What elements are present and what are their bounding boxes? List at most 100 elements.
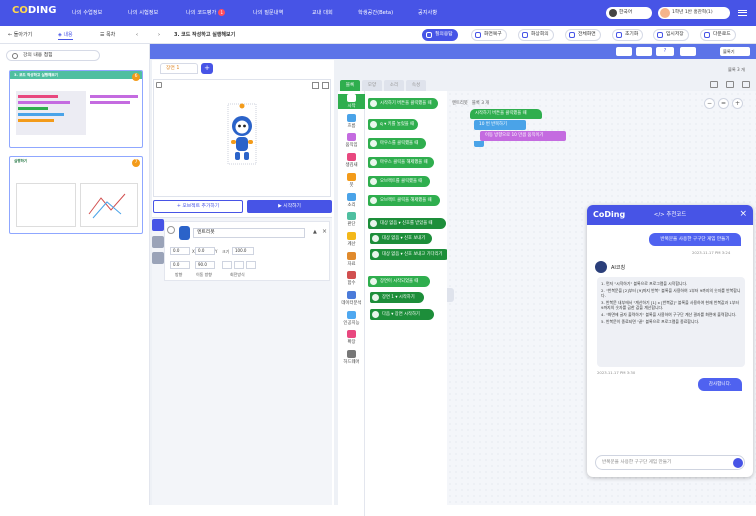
ai-chat-input[interactable]: 반복문을 사용한 구구단 게임 만들기: [595, 455, 745, 470]
tab-shape[interactable]: 모양: [362, 80, 382, 91]
lesson-toggle-button[interactable]: 강의 내용 접힘: [6, 50, 100, 61]
chevron-up-icon[interactable]: ▲: [313, 229, 317, 235]
add-object-button[interactable]: + 오브젝트 추가하기: [153, 200, 243, 213]
logo[interactable]: CODING: [12, 5, 56, 16]
nav-contest[interactable]: 교내 대회: [312, 9, 333, 16]
download-button[interactable]: 다운로드: [700, 29, 736, 41]
reset-button[interactable]: 초기화: [612, 29, 644, 41]
close-icon[interactable]: ×: [739, 208, 747, 220]
palette-block[interactable]: 마우스 클릭을 해제했을 때: [368, 157, 434, 168]
move-direction-input[interactable]: 90.0: [195, 261, 215, 269]
restore-screen-button[interactable]: 화면복구: [471, 29, 507, 41]
run-button[interactable]: ▶ 시작하기: [247, 200, 332, 213]
tab-content[interactable]: ◈ 내용: [58, 30, 73, 40]
rotate-none-icon[interactable]: [246, 261, 256, 269]
fullscreen-button[interactable]: 전체화면: [565, 29, 601, 41]
palette-block[interactable]: 다음 ▾ 장면 시작하기: [370, 309, 434, 320]
next-arrow-icon[interactable]: ›: [158, 30, 160, 40]
script-move-block[interactable]: 이동 방향으로 10 만큼 움직이기: [480, 131, 566, 141]
language-select[interactable]: 한국어: [606, 7, 652, 19]
zoom-reset-button[interactable]: =: [718, 98, 729, 109]
category-item[interactable]: 데이터분석: [338, 291, 365, 306]
picture-tab-icon[interactable]: [152, 236, 164, 248]
palette-block[interactable]: 대상 없음 ▾ 신호 보내고 기다리기: [370, 249, 450, 260]
script-start-block[interactable]: 시작하기 버튼을 클릭했을 때: [470, 109, 542, 119]
qna-button[interactable]: 질의응답: [422, 29, 458, 41]
back-button[interactable]: ← 돌아가기: [8, 30, 32, 40]
category-item[interactable]: 흐름: [338, 113, 365, 129]
direction-input[interactable]: 0.0: [170, 261, 190, 269]
palette-collapse-handle[interactable]: [447, 288, 454, 302]
chat-icon[interactable]: [726, 81, 734, 88]
rotate-free-icon[interactable]: [222, 261, 232, 269]
grid-icon[interactable]: [636, 47, 652, 56]
x-input[interactable]: 0.0: [170, 247, 190, 255]
screenshot-icon[interactable]: [710, 81, 718, 88]
zoom-out-button[interactable]: −: [704, 98, 715, 109]
palette-block[interactable]: 마우스를 클릭했을 때: [368, 138, 426, 149]
object-tab-icon[interactable]: [152, 219, 164, 231]
tab-list[interactable]: ☰ 목차: [100, 30, 115, 40]
slide-thumbnail[interactable]: 3. 코드 작성하고 실행해보기 6: [9, 70, 143, 148]
mode-select[interactable]: 블록기: [720, 47, 750, 56]
notification-badge: 1: [218, 9, 226, 16]
send-icon[interactable]: [733, 458, 743, 468]
eye-icon[interactable]: [167, 226, 175, 234]
slide-thumbnail[interactable]: 실행하기 7: [9, 156, 143, 234]
palette-block[interactable]: 오브젝트 클릭을 해제했을 때: [368, 195, 440, 206]
entrybot-sprite[interactable]: [227, 102, 257, 166]
zoom-in-button[interactable]: +: [732, 98, 743, 109]
category-item[interactable]: 생김새: [338, 153, 365, 168]
palette-block[interactable]: 대상 없음 ▾ 신호 보내기: [370, 233, 432, 244]
user-menu[interactable]: 1학년 1반 홍찬혁(1): [658, 7, 730, 19]
add-scene-button[interactable]: +: [201, 63, 213, 74]
y-input[interactable]: 0.0: [195, 247, 215, 255]
category-item[interactable]: 하드웨어: [338, 350, 365, 365]
copy-icon[interactable]: [680, 47, 696, 56]
category-item[interactable]: 확장: [338, 330, 365, 345]
tab-property[interactable]: 속성: [406, 80, 426, 91]
category-icon: [347, 271, 356, 280]
expand-icon[interactable]: [322, 82, 329, 89]
palette-block[interactable]: q ▾ 키를 눌렀을 때: [368, 119, 418, 130]
size-input[interactable]: 100.0: [232, 247, 254, 255]
category-item[interactable]: 소리: [338, 192, 365, 208]
help-icon[interactable]: ?: [656, 47, 674, 56]
palette-block[interactable]: 오브젝트를 클릭했을 때: [368, 176, 430, 187]
category-item[interactable]: 함수: [338, 271, 365, 286]
nav-student-space[interactable]: 학생공간(Beta): [358, 9, 393, 16]
palette-block[interactable]: 대상 없음 ▾ 신호를 받았을 때: [368, 218, 446, 229]
palette-block[interactable]: 시작하기 버튼을 클릭했을 때: [368, 98, 438, 109]
category-item[interactable]: 계산: [338, 231, 365, 247]
nav-class-info[interactable]: 나의 수업정보: [72, 9, 102, 16]
category-item[interactable]: 시작: [338, 94, 365, 109]
tab-blocks[interactable]: 블록: [340, 80, 360, 91]
tab-sound[interactable]: 소리: [384, 80, 404, 91]
palette-block[interactable]: 장면이 시작되었을 때: [368, 276, 430, 287]
palette-block[interactable]: 장면 1 ▾ 시작하기: [370, 292, 424, 303]
category-item[interactable]: 인공지능: [338, 310, 365, 326]
tab-scene-1[interactable]: 장면 1: [160, 63, 198, 74]
user-message: 반복문을 사용한 구구단 게임 만들기: [649, 233, 741, 246]
sound-tab-icon[interactable]: [152, 252, 164, 264]
close-icon[interactable]: ×: [322, 228, 327, 235]
prev-arrow-icon[interactable]: ‹: [136, 30, 138, 40]
trash-icon[interactable]: [742, 81, 750, 88]
object-name-input[interactable]: 엔트리봇: [193, 228, 305, 238]
temp-save-button[interactable]: 임시저장: [653, 29, 689, 41]
nav-test-info[interactable]: 나의 시험정보: [128, 9, 158, 16]
grid-toggle-icon[interactable]: [312, 82, 319, 89]
category-item[interactable]: 붓: [338, 172, 365, 188]
category-item[interactable]: 움직임: [338, 133, 365, 148]
category-item[interactable]: 판단: [338, 212, 365, 227]
video-meeting-button[interactable]: 화상회의: [518, 29, 554, 41]
view-icon[interactable]: [616, 47, 632, 56]
script-repeat-block[interactable]: 10 번 반복하기: [474, 120, 526, 130]
category-item[interactable]: 자료: [338, 251, 365, 267]
nav-questions[interactable]: 나의 질문내역: [253, 9, 283, 16]
settings-icon[interactable]: [156, 82, 162, 88]
rotate-horizontal-icon[interactable]: [234, 261, 244, 269]
hamburger-menu-icon[interactable]: [738, 10, 747, 16]
nav-code-eval[interactable]: 나의 코드평가 1: [186, 9, 226, 16]
nav-notice[interactable]: 공지사항: [418, 9, 437, 16]
